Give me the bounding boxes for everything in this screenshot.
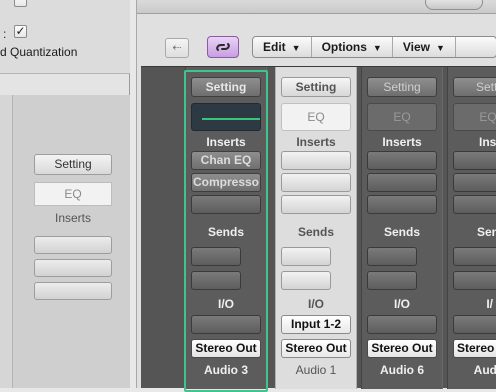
inserts-label: Inserts (382, 135, 422, 149)
send-slot-1[interactable] (191, 247, 241, 266)
insert-slot-3[interactable] (281, 195, 351, 214)
channel-name[interactable]: Audio 3 (185, 363, 267, 377)
insert-slot-2[interactable] (453, 173, 496, 192)
channel-strip-audio-3[interactable]: Setting Inserts Chan EQ Compresso Sends … (185, 67, 267, 389)
output-slot[interactable]: Stereo Out (191, 339, 261, 358)
send-slot-1[interactable] (367, 247, 417, 266)
sends-label: Sends (207, 225, 244, 239)
chevron-down-icon: ▼ (291, 43, 301, 53)
insert-slot-1[interactable] (281, 151, 351, 170)
input-slot[interactable] (367, 315, 437, 334)
inspector-setting-button[interactable]: Setting (34, 154, 112, 175)
channel-strip-partial[interactable]: Setti EQ Inse Sen I/ Stereo Aud (447, 67, 496, 389)
insert-slot-3[interactable] (367, 195, 437, 214)
checkbox-checked[interactable]: ✓ (14, 25, 27, 38)
send-slot-2[interactable] (281, 271, 331, 290)
eq-display[interactable]: EQ (453, 103, 496, 131)
back-arrow-icon[interactable]: ⇠ (165, 38, 189, 58)
io-label: I/O (307, 297, 324, 311)
mixer-window: ⇠ Edit ▼ Options ▼ View ▼ Setting Insert… (136, 0, 496, 392)
options-menu[interactable]: Options ▼ (312, 37, 393, 57)
send-slot-2[interactable] (191, 271, 241, 290)
io-label: I/O (217, 297, 234, 311)
inspector-panel: : ✓ d Quantization Setting EQ Inserts (0, 0, 130, 388)
io-label: I/O (393, 297, 410, 311)
param-colon: : (3, 27, 7, 41)
edit-menu-label: Edit (263, 40, 286, 54)
inspector-insert-slot[interactable] (34, 282, 112, 300)
inspector-eq-display[interactable]: EQ (34, 182, 112, 206)
io-label: I/ (486, 297, 493, 311)
send-slot-2[interactable] (453, 271, 496, 290)
insert-slot-3[interactable] (191, 195, 261, 214)
input-slot[interactable] (453, 315, 496, 334)
insert-slot-3[interactable] (453, 195, 496, 214)
region-parameters: : ✓ d Quantization (0, 0, 130, 74)
check-mark-icon: ✓ (15, 24, 26, 38)
setting-button[interactable]: Setting (191, 77, 261, 97)
channel-strips-area: Setting Inserts Chan EQ Compresso Sends … (141, 66, 496, 392)
quantization-label: d Quantization (0, 45, 78, 59)
link-button[interactable] (207, 36, 239, 58)
inspector-insert-slot[interactable] (34, 236, 112, 254)
inserts-label: Inse (478, 135, 496, 149)
window-top-bar (137, 0, 496, 14)
scroll-knob[interactable] (425, 0, 483, 10)
sends-label: Sen (476, 225, 496, 239)
chevron-down-icon: ▼ (372, 43, 382, 53)
chevron-down-icon: ▼ (435, 43, 445, 53)
eq-display[interactable]: EQ (281, 103, 351, 131)
channel-strip-audio-1[interactable]: Setting EQ Inserts Sends I/O Input 1-2 S… (275, 67, 357, 389)
options-menu-label: Options (321, 40, 367, 54)
channel-name[interactable]: Aud (447, 363, 496, 377)
setting-button[interactable]: Setting (281, 77, 351, 97)
setting-button[interactable]: Setti (453, 77, 496, 97)
insert-slot-2[interactable] (281, 173, 351, 192)
edit-menu[interactable]: Edit ▼ (253, 37, 312, 57)
inspector-inserts-label: Inserts (54, 211, 91, 225)
output-slot[interactable]: Stereo Out (367, 339, 437, 358)
checkbox-unchecked[interactable] (14, 0, 27, 7)
insert-slot-2[interactable] (367, 173, 437, 192)
channel-strip-audio-6[interactable]: Setting EQ Inserts Sends I/O Stereo Out … (361, 67, 443, 389)
eq-display[interactable]: EQ (367, 103, 437, 131)
channel-name[interactable]: Audio 1 (275, 363, 357, 377)
input-slot[interactable]: Input 1-2 (281, 315, 351, 334)
send-slot-1[interactable] (281, 247, 331, 266)
insert-slot-1[interactable]: Chan EQ (191, 151, 261, 170)
output-slot[interactable]: Stereo (453, 339, 496, 358)
eq-display[interactable] (191, 103, 261, 131)
insert-slot-1[interactable] (453, 151, 496, 170)
mixer-toolbar: ⇠ Edit ▼ Options ▼ View ▼ (137, 28, 496, 64)
channel-name[interactable]: Audio 6 (361, 363, 443, 377)
input-slot[interactable] (191, 315, 261, 334)
send-slot-1[interactable] (453, 247, 496, 266)
setting-button[interactable]: Setting (367, 77, 437, 97)
output-slot[interactable]: Stereo Out (281, 339, 351, 358)
inserts-label: Inserts (296, 135, 336, 149)
view-menu[interactable]: View ▼ (393, 37, 456, 57)
sends-label: Sends (383, 225, 420, 239)
link-icon (216, 43, 230, 51)
sends-label: Sends (297, 225, 334, 239)
inserts-label: Inserts (206, 135, 246, 149)
insert-slot-1[interactable] (367, 151, 437, 170)
insert-slot-2[interactable]: Compresso (191, 173, 261, 192)
view-menu-label: View (402, 40, 430, 54)
menu-bar: Edit ▼ Options ▼ View ▼ (252, 36, 496, 58)
eq-curve-icon (202, 118, 260, 120)
send-slot-2[interactable] (367, 271, 417, 290)
inspector-insert-slot[interactable] (34, 259, 112, 277)
